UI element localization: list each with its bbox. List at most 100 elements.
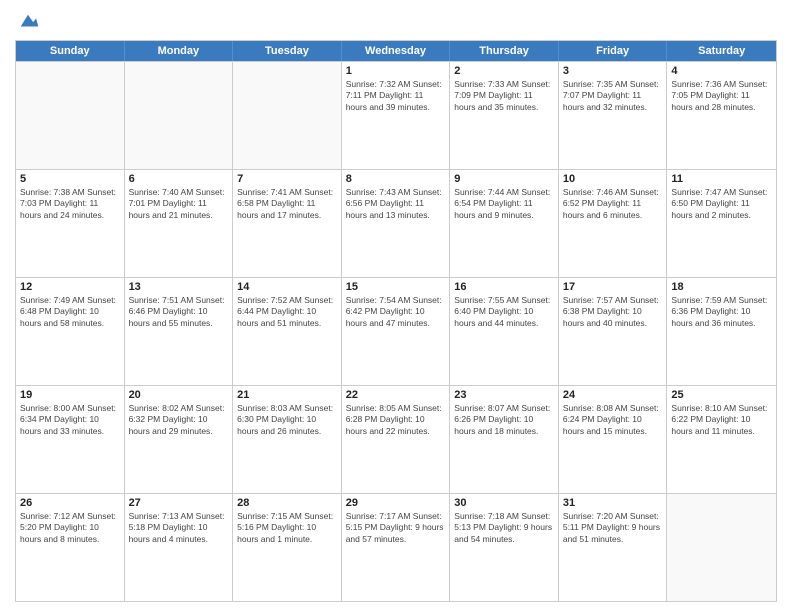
- day-info: Sunrise: 7:55 AM Sunset: 6:40 PM Dayligh…: [454, 295, 554, 329]
- calendar-row-2: 5 Sunrise: 7:38 AM Sunset: 7:03 PM Daylig…: [16, 169, 776, 277]
- day-number: 20: [129, 389, 229, 401]
- calendar-cell: 6 Sunrise: 7:40 AM Sunset: 7:01 PM Daylig…: [125, 170, 234, 277]
- calendar-cell: [233, 62, 342, 169]
- day-info: Sunrise: 8:07 AM Sunset: 6:26 PM Dayligh…: [454, 403, 554, 437]
- day-number: 26: [20, 497, 120, 509]
- calendar-body: 1Sunrise: 7:32 AM Sunset: 7:11 PM Daylig…: [16, 61, 776, 601]
- day-info: Sunrise: 7:33 AM Sunset: 7:09 PM Dayligh…: [454, 79, 554, 113]
- day-number: 10: [563, 173, 663, 185]
- day-number: 2: [454, 65, 554, 77]
- day-info: Sunrise: 8:02 AM Sunset: 6:32 PM Dayligh…: [129, 403, 229, 437]
- calendar-cell: 30 Sunrise: 7:18 AM Sunset: 5:13 PM Dayli…: [450, 494, 559, 601]
- day-number: 21: [237, 389, 337, 401]
- calendar-cell: [667, 494, 776, 601]
- calendar-cell: 17Sunrise: 7:57 AM Sunset: 6:38 PM Dayli…: [559, 278, 668, 385]
- calendar-cell: 12Sunrise: 7:49 AM Sunset: 6:48 PM Dayli…: [16, 278, 125, 385]
- calendar-cell: 27 Sunrise: 7:13 AM Sunset: 5:18 PM Dayli…: [125, 494, 234, 601]
- day-info: Sunrise: 7:13 AM Sunset: 5:18 PM Dayligh…: [129, 511, 229, 545]
- calendar-cell: 9Sunrise: 7:44 AM Sunset: 6:54 PM Daylig…: [450, 170, 559, 277]
- weekday-header-friday: Friday: [559, 41, 668, 61]
- day-number: 30: [454, 497, 554, 509]
- day-info: Sunrise: 7:15 AM Sunset: 5:16 PM Dayligh…: [237, 511, 337, 545]
- day-info: Sunrise: 7:54 AM Sunset: 6:42 PM Dayligh…: [346, 295, 446, 329]
- day-info: Sunrise: 7:40 AM Sunset: 7:01 PM Dayligh…: [129, 187, 229, 221]
- day-number: 22: [346, 389, 446, 401]
- day-info: Sunrise: 8:03 AM Sunset: 6:30 PM Dayligh…: [237, 403, 337, 437]
- day-number: 25: [671, 389, 772, 401]
- day-info: Sunrise: 8:00 AM Sunset: 6:34 PM Dayligh…: [20, 403, 120, 437]
- calendar-cell: 15 Sunrise: 7:54 AM Sunset: 6:42 PM Dayli…: [342, 278, 451, 385]
- day-info: Sunrise: 7:57 AM Sunset: 6:38 PM Dayligh…: [563, 295, 663, 329]
- day-info: Sunrise: 7:18 AM Sunset: 5:13 PM Dayligh…: [454, 511, 554, 545]
- day-number: 13: [129, 281, 229, 293]
- day-number: 19: [20, 389, 120, 401]
- day-number: 5: [20, 173, 120, 185]
- day-number: 29: [346, 497, 446, 509]
- day-info: Sunrise: 7:41 AM Sunset: 6:58 PM Dayligh…: [237, 187, 337, 221]
- calendar-cell: 4 Sunrise: 7:36 AM Sunset: 7:05 PM Daylig…: [667, 62, 776, 169]
- calendar-cell: [125, 62, 234, 169]
- calendar-cell: 10 Sunrise: 7:46 AM Sunset: 6:52 PM Dayli…: [559, 170, 668, 277]
- calendar-cell: 7 Sunrise: 7:41 AM Sunset: 6:58 PM Daylig…: [233, 170, 342, 277]
- day-info: Sunrise: 7:35 AM Sunset: 7:07 PM Dayligh…: [563, 79, 663, 113]
- calendar-cell: 26 Sunrise: 7:12 AM Sunset: 5:20 PM Dayli…: [16, 494, 125, 601]
- day-number: 9: [454, 173, 554, 185]
- calendar-cell: 18Sunrise: 7:59 AM Sunset: 6:36 PM Dayli…: [667, 278, 776, 385]
- day-number: 8: [346, 173, 446, 185]
- weekday-header-monday: Monday: [125, 41, 234, 61]
- day-info: Sunrise: 8:05 AM Sunset: 6:28 PM Dayligh…: [346, 403, 446, 437]
- day-info: Sunrise: 7:20 AM Sunset: 5:11 PM Dayligh…: [563, 511, 663, 545]
- day-info: Sunrise: 7:36 AM Sunset: 7:05 PM Dayligh…: [671, 79, 772, 113]
- day-info: Sunrise: 7:47 AM Sunset: 6:50 PM Dayligh…: [671, 187, 772, 221]
- calendar-cell: 28 Sunrise: 7:15 AM Sunset: 5:16 PM Dayli…: [233, 494, 342, 601]
- calendar-cell: 22 Sunrise: 8:05 AM Sunset: 6:28 PM Dayli…: [342, 386, 451, 493]
- calendar-cell: 21 Sunrise: 8:03 AM Sunset: 6:30 PM Dayli…: [233, 386, 342, 493]
- day-number: 31: [563, 497, 663, 509]
- calendar-cell: 16Sunrise: 7:55 AM Sunset: 6:40 PM Dayli…: [450, 278, 559, 385]
- day-number: 6: [129, 173, 229, 185]
- weekday-header-wednesday: Wednesday: [342, 41, 451, 61]
- day-info: Sunrise: 7:46 AM Sunset: 6:52 PM Dayligh…: [563, 187, 663, 221]
- calendar-cell: 19 Sunrise: 8:00 AM Sunset: 6:34 PM Dayli…: [16, 386, 125, 493]
- day-number: 23: [454, 389, 554, 401]
- day-info: Sunrise: 8:10 AM Sunset: 6:22 PM Dayligh…: [671, 403, 772, 437]
- calendar-cell: 5 Sunrise: 7:38 AM Sunset: 7:03 PM Daylig…: [16, 170, 125, 277]
- day-number: 3: [563, 65, 663, 77]
- calendar-cell: 13Sunrise: 7:51 AM Sunset: 6:46 PM Dayli…: [125, 278, 234, 385]
- day-info: Sunrise: 7:59 AM Sunset: 6:36 PM Dayligh…: [671, 295, 772, 329]
- page: SundayMondayTuesdayWednesdayThursdayFrid…: [0, 0, 792, 612]
- calendar-row-1: 1Sunrise: 7:32 AM Sunset: 7:11 PM Daylig…: [16, 61, 776, 169]
- weekday-header-tuesday: Tuesday: [233, 41, 342, 61]
- calendar-cell: 29Sunrise: 7:17 AM Sunset: 5:15 PM Dayli…: [342, 494, 451, 601]
- day-number: 28: [237, 497, 337, 509]
- logo-icon: [17, 10, 39, 32]
- calendar-cell: 25 Sunrise: 8:10 AM Sunset: 6:22 PM Dayli…: [667, 386, 776, 493]
- calendar-cell: 31 Sunrise: 7:20 AM Sunset: 5:11 PM Dayli…: [559, 494, 668, 601]
- day-number: 11: [671, 173, 772, 185]
- day-info: Sunrise: 7:12 AM Sunset: 5:20 PM Dayligh…: [20, 511, 120, 545]
- day-info: Sunrise: 7:32 AM Sunset: 7:11 PM Dayligh…: [346, 79, 446, 113]
- day-number: 15: [346, 281, 446, 293]
- calendar-cell: 3 Sunrise: 7:35 AM Sunset: 7:07 PM Daylig…: [559, 62, 668, 169]
- weekday-header-thursday: Thursday: [450, 41, 559, 61]
- calendar-cell: 11 Sunrise: 7:47 AM Sunset: 6:50 PM Dayli…: [667, 170, 776, 277]
- logo: [15, 10, 39, 32]
- calendar-cell: [16, 62, 125, 169]
- day-info: Sunrise: 8:08 AM Sunset: 6:24 PM Dayligh…: [563, 403, 663, 437]
- day-info: Sunrise: 7:43 AM Sunset: 6:56 PM Dayligh…: [346, 187, 446, 221]
- calendar-cell: 14Sunrise: 7:52 AM Sunset: 6:44 PM Dayli…: [233, 278, 342, 385]
- calendar-row-4: 19 Sunrise: 8:00 AM Sunset: 6:34 PM Dayli…: [16, 385, 776, 493]
- header: [15, 10, 777, 32]
- calendar-row-5: 26 Sunrise: 7:12 AM Sunset: 5:20 PM Dayli…: [16, 493, 776, 601]
- weekday-header-saturday: Saturday: [667, 41, 776, 61]
- day-number: 27: [129, 497, 229, 509]
- day-number: 4: [671, 65, 772, 77]
- calendar-row-3: 12Sunrise: 7:49 AM Sunset: 6:48 PM Dayli…: [16, 277, 776, 385]
- calendar-cell: 8 Sunrise: 7:43 AM Sunset: 6:56 PM Daylig…: [342, 170, 451, 277]
- day-info: Sunrise: 7:38 AM Sunset: 7:03 PM Dayligh…: [20, 187, 120, 221]
- calendar-cell: 24Sunrise: 8:08 AM Sunset: 6:24 PM Dayli…: [559, 386, 668, 493]
- day-number: 7: [237, 173, 337, 185]
- day-info: Sunrise: 7:52 AM Sunset: 6:44 PM Dayligh…: [237, 295, 337, 329]
- calendar-cell: 1Sunrise: 7:32 AM Sunset: 7:11 PM Daylig…: [342, 62, 451, 169]
- calendar-header: SundayMondayTuesdayWednesdayThursdayFrid…: [16, 41, 776, 61]
